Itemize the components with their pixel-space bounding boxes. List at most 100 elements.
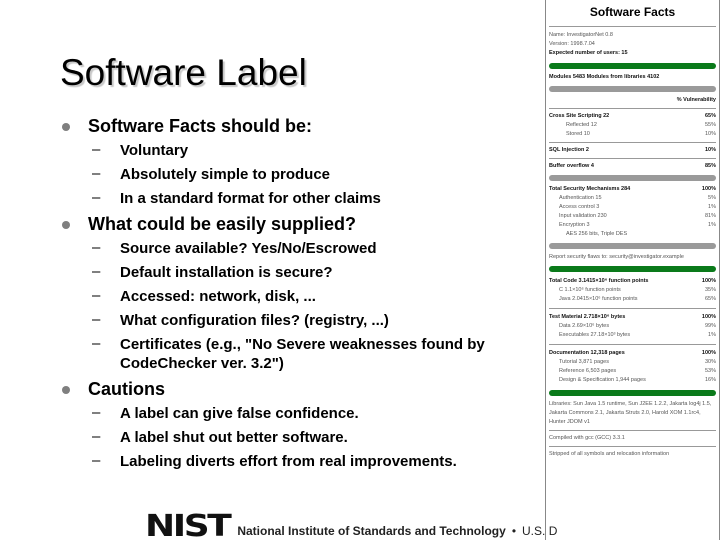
docs-total-row: Documentation 12,318 pages 100% (549, 349, 716, 358)
test-pct: 1% (708, 332, 716, 338)
divider (549, 158, 716, 159)
security-row: Authentication 15 5% (549, 194, 716, 203)
sub-bullet: – Certificates (e.g., "No Severe weakness… (92, 332, 502, 375)
slide-title: Software Label (60, 52, 307, 93)
sub-bullet-text: A label shut out better software. (120, 429, 348, 446)
report-line: Report security flaws to: security@inves… (549, 253, 716, 262)
divider (549, 142, 716, 143)
sub-bullet-text: Default installation is secure? (120, 264, 333, 281)
dash-icon: – (92, 239, 101, 256)
vuln-header: % Vulnerability (549, 96, 716, 105)
sub-bullet: – A label can give false confidence. (92, 401, 542, 425)
compiled-text: Compiled with gcc (GCC) 3.3.1 (549, 435, 625, 441)
docs-pct: 53% (704, 368, 716, 374)
test-total-row: Test Material 2.718×10⁶ bytes 100% (549, 313, 716, 322)
test-row: Executables 27.18×10³ bytes 1% (549, 331, 716, 340)
footer: NIST National Institute of Standards and… (145, 510, 557, 540)
sub-bullet-text: Source available? Yes/No/Escrowed (120, 240, 377, 257)
sub-bullet: – In a standard format for other claims (92, 186, 542, 210)
divider (549, 430, 716, 431)
divider-bar (549, 243, 716, 249)
encryption-detail-text: AES 256 bits, Triple DES (566, 231, 628, 237)
label-name-text: Name: InvestigatorNet 0.8 (549, 32, 613, 38)
docs-total-label: Documentation 12,318 pages (549, 350, 625, 356)
security-label: Input validation 230 (559, 213, 607, 219)
security-row: Encryption 3 1% (549, 221, 716, 230)
sub-bullet: – Labeling diverts effort from real impro… (92, 449, 542, 473)
bullet-dot-icon (62, 386, 70, 394)
vuln-pct: 10% (704, 131, 716, 137)
security-total-pct: 100% (701, 186, 716, 192)
sub-bullet-text: Labeling diverts effort from real improv… (120, 453, 457, 470)
code-total-row: Total Code 3.1415×10⁶ function points 100… (549, 277, 716, 286)
dash-icon: – (92, 452, 101, 469)
label-name: Name: InvestigatorNet 0.8 (549, 31, 716, 40)
vuln-row: Stored 10 10% (549, 130, 716, 139)
label-modules-text: Modules 5483 Modules from libraries 4102 (549, 74, 660, 80)
dash-icon: – (92, 165, 101, 182)
divider-bar (549, 390, 716, 396)
docs-pct: 16% (704, 377, 716, 383)
code-pct: 65% (704, 296, 716, 302)
vuln-label: Reflected 12 (566, 122, 597, 128)
bullet-easily-supplied: What could be easily supplied? (62, 212, 542, 236)
sub-bullet-text: Voluntary (120, 142, 189, 159)
security-total-row: Total Security Mechanisms 284 100% (549, 185, 716, 194)
vuln-row: Buffer overflow 4 85% (549, 162, 716, 171)
label-version: Version: 1998.7.04 (549, 40, 716, 49)
code-total-pct: 100% (701, 278, 716, 284)
dash-icon: – (92, 335, 101, 352)
test-total-pct: 100% (701, 314, 716, 320)
encryption-detail: AES 256 bits, Triple DES (549, 230, 716, 239)
bullet-dot-icon (62, 123, 70, 131)
label-expected-users: Expected number of users: 15 (549, 49, 716, 58)
vuln-row: Reflected 12 55% (549, 121, 716, 130)
vuln-label: SQL Injection 2 (549, 147, 589, 153)
divider (549, 446, 716, 447)
docs-pct: 30% (704, 359, 716, 365)
label-modules: Modules 5483 Modules from libraries 4102 (549, 73, 716, 82)
libraries: Libraries: Sun Java 1.5 runtime, Sun J2E… (549, 401, 712, 425)
test-pct: 99% (704, 323, 716, 329)
vuln-pct: 10% (704, 147, 716, 153)
docs-label: Reference 6,503 pages (559, 368, 617, 374)
sub-bullet: – Source available? Yes/No/Escrowed (92, 236, 542, 260)
vuln-pct: 85% (704, 163, 716, 169)
divider-bar (549, 175, 716, 181)
divider-bar (549, 86, 716, 92)
label-title: Software Facts (549, 0, 716, 27)
security-label: Encryption 3 (559, 222, 590, 228)
bullet-text: Software Facts should be: (88, 116, 313, 136)
divider-bar (549, 63, 716, 69)
security-label: Access control 3 (559, 204, 600, 210)
vuln-pct: 65% (704, 113, 716, 119)
dash-icon: – (92, 311, 101, 328)
dash-icon: – (92, 141, 101, 158)
stripped-text: Stripped of all symbols and relocation i… (549, 451, 670, 457)
security-label: Authentication 15 (559, 195, 602, 201)
dash-icon: – (92, 287, 101, 304)
vuln-label: Buffer overflow 4 (549, 163, 594, 169)
vuln-label: Cross Site Scripting 22 (549, 113, 610, 119)
vuln-header-text: % Vulnerability (676, 97, 716, 103)
divider-bar (549, 266, 716, 272)
sub-bullet-text: Accessed: network, disk, ... (120, 288, 316, 305)
dash-icon: – (92, 263, 101, 280)
security-row: Access control 3 1% (549, 203, 716, 212)
bullet-text: Cautions (88, 379, 166, 399)
docs-row: Tutorial 3,871 pages 30% (549, 358, 716, 367)
divider (549, 308, 716, 309)
bullet-dot-icon (62, 221, 70, 229)
dash-icon: – (92, 189, 101, 206)
sub-bullet: – Absolutely simple to produce (92, 162, 542, 186)
security-total-label: Total Security Mechanisms 284 (549, 186, 631, 192)
nist-logo: NIST (145, 509, 232, 540)
report-line-text: Report security flaws to: security@inves… (549, 254, 684, 260)
security-pct: 1% (708, 222, 716, 228)
security-row: Input validation 230 81% (549, 212, 716, 221)
divider (549, 344, 716, 345)
docs-label: Design & Specification 1,944 pages (559, 377, 646, 383)
sub-bullet-text: A label can give false confidence. (120, 405, 359, 422)
docs-row: Design & Specification 1,944 pages 16% (549, 376, 716, 385)
sub-bullet-text: What configuration files? (registry, ...… (120, 312, 389, 329)
